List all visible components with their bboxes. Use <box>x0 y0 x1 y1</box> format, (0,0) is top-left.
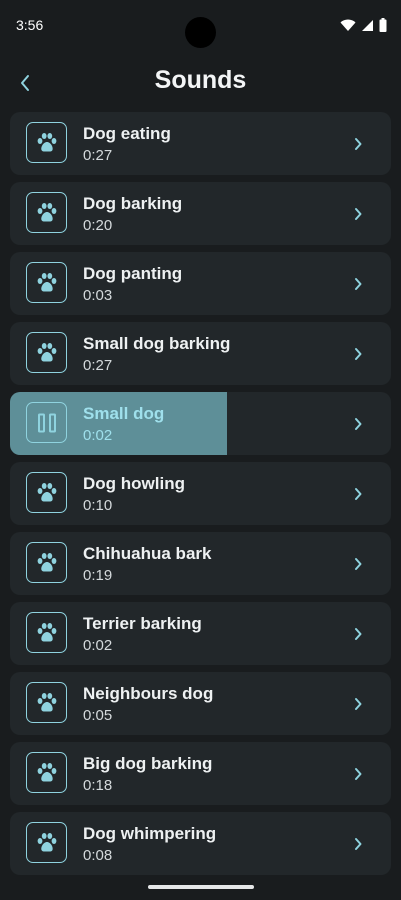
chevron-right-icon <box>355 138 362 150</box>
sound-name: Small dog <box>83 404 165 423</box>
sound-duration: 0:18 <box>83 777 113 794</box>
sound-name: Dog panting <box>83 264 183 283</box>
sound-icon-box <box>26 752 67 793</box>
paw-icon <box>37 832 56 852</box>
sound-icon-box <box>26 122 67 163</box>
chevron-right-icon <box>355 768 362 780</box>
sound-icon-box <box>26 192 67 233</box>
sound-item[interactable]: Dog eating 0:27 <box>10 112 391 175</box>
sound-name: Dog howling <box>83 474 185 493</box>
sound-duration: 0:27 <box>83 147 113 164</box>
sound-item[interactable]: Dog howling 0:10 <box>10 462 391 525</box>
chevron-right-icon <box>355 698 362 710</box>
sound-icon-box <box>26 682 67 723</box>
pause-icon <box>37 413 56 432</box>
sound-duration: 0:20 <box>83 217 113 234</box>
sound-item[interactable]: Small dog barking 0:27 <box>10 322 391 385</box>
sound-duration: 0:02 <box>83 637 113 654</box>
page-title: Sounds <box>154 66 247 94</box>
sound-duration: 0:08 <box>83 847 113 864</box>
battery-icon <box>379 18 387 32</box>
sound-name: Big dog barking <box>83 754 213 773</box>
sound-name: Dog whimpering <box>83 824 217 843</box>
sound-name: Dog barking <box>83 194 183 213</box>
sound-icon-box <box>26 542 67 583</box>
status-bar: 3:56 <box>0 0 401 52</box>
sound-item[interactable]: Neighbours dog 0:05 <box>10 672 391 735</box>
sound-item[interactable]: Big dog barking 0:18 <box>10 742 391 805</box>
chevron-right-icon <box>355 278 362 290</box>
signal-icon <box>362 19 373 31</box>
sound-icon-box <box>26 612 67 653</box>
sound-name: Small dog barking <box>83 334 231 353</box>
sound-list: Dog eating 0:27 Dog barking 0:20 Dog panting… <box>10 112 391 882</box>
paw-icon <box>37 342 56 362</box>
paw-icon <box>37 482 56 502</box>
chevron-right-icon <box>355 838 362 850</box>
sound-icon-box <box>26 472 67 513</box>
front-camera <box>185 17 216 48</box>
paw-icon <box>37 692 56 712</box>
home-indicator[interactable] <box>148 885 254 889</box>
system-icons <box>340 17 387 33</box>
sound-item[interactable]: Chihuahua bark 0:19 <box>10 532 391 595</box>
app-header: Sounds <box>0 60 401 100</box>
status-time: 3:56 <box>16 17 44 33</box>
pause-button[interactable] <box>26 402 67 443</box>
sound-name: Dog eating <box>83 124 171 143</box>
chevron-right-icon <box>355 628 362 640</box>
paw-icon <box>37 762 56 782</box>
chevron-right-icon <box>355 418 362 430</box>
sound-item[interactable]: Dog whimpering 0:08 <box>10 812 391 875</box>
sound-duration: 0:05 <box>83 707 113 724</box>
chevron-right-icon <box>355 558 362 570</box>
wifi-icon <box>340 19 356 31</box>
chevron-right-icon <box>355 488 362 500</box>
sound-duration: 0:27 <box>83 357 113 374</box>
paw-icon <box>37 272 56 292</box>
paw-icon <box>37 622 56 642</box>
sound-item[interactable]: Terrier barking 0:02 <box>10 602 391 665</box>
sound-duration: 0:03 <box>83 287 113 304</box>
paw-icon <box>37 132 56 152</box>
sound-name: Neighbours dog <box>83 684 214 703</box>
sound-item[interactable]: Dog barking 0:20 <box>10 182 391 245</box>
paw-icon <box>37 202 56 222</box>
sound-name: Terrier barking <box>83 614 202 633</box>
sound-item-playing[interactable]: Small dog 0:02 <box>10 392 391 455</box>
sound-duration: 0:10 <box>83 497 113 514</box>
chevron-right-icon <box>355 208 362 220</box>
sound-icon-box <box>26 262 67 303</box>
sound-item[interactable]: Dog panting 0:03 <box>10 252 391 315</box>
sound-duration: 0:19 <box>83 567 113 584</box>
sound-icon-box <box>26 822 67 863</box>
sound-icon-box <box>26 332 67 373</box>
paw-icon <box>37 552 56 572</box>
sound-name: Chihuahua bark <box>83 544 212 563</box>
chevron-right-icon <box>355 348 362 360</box>
sound-duration: 0:02 <box>83 427 113 444</box>
